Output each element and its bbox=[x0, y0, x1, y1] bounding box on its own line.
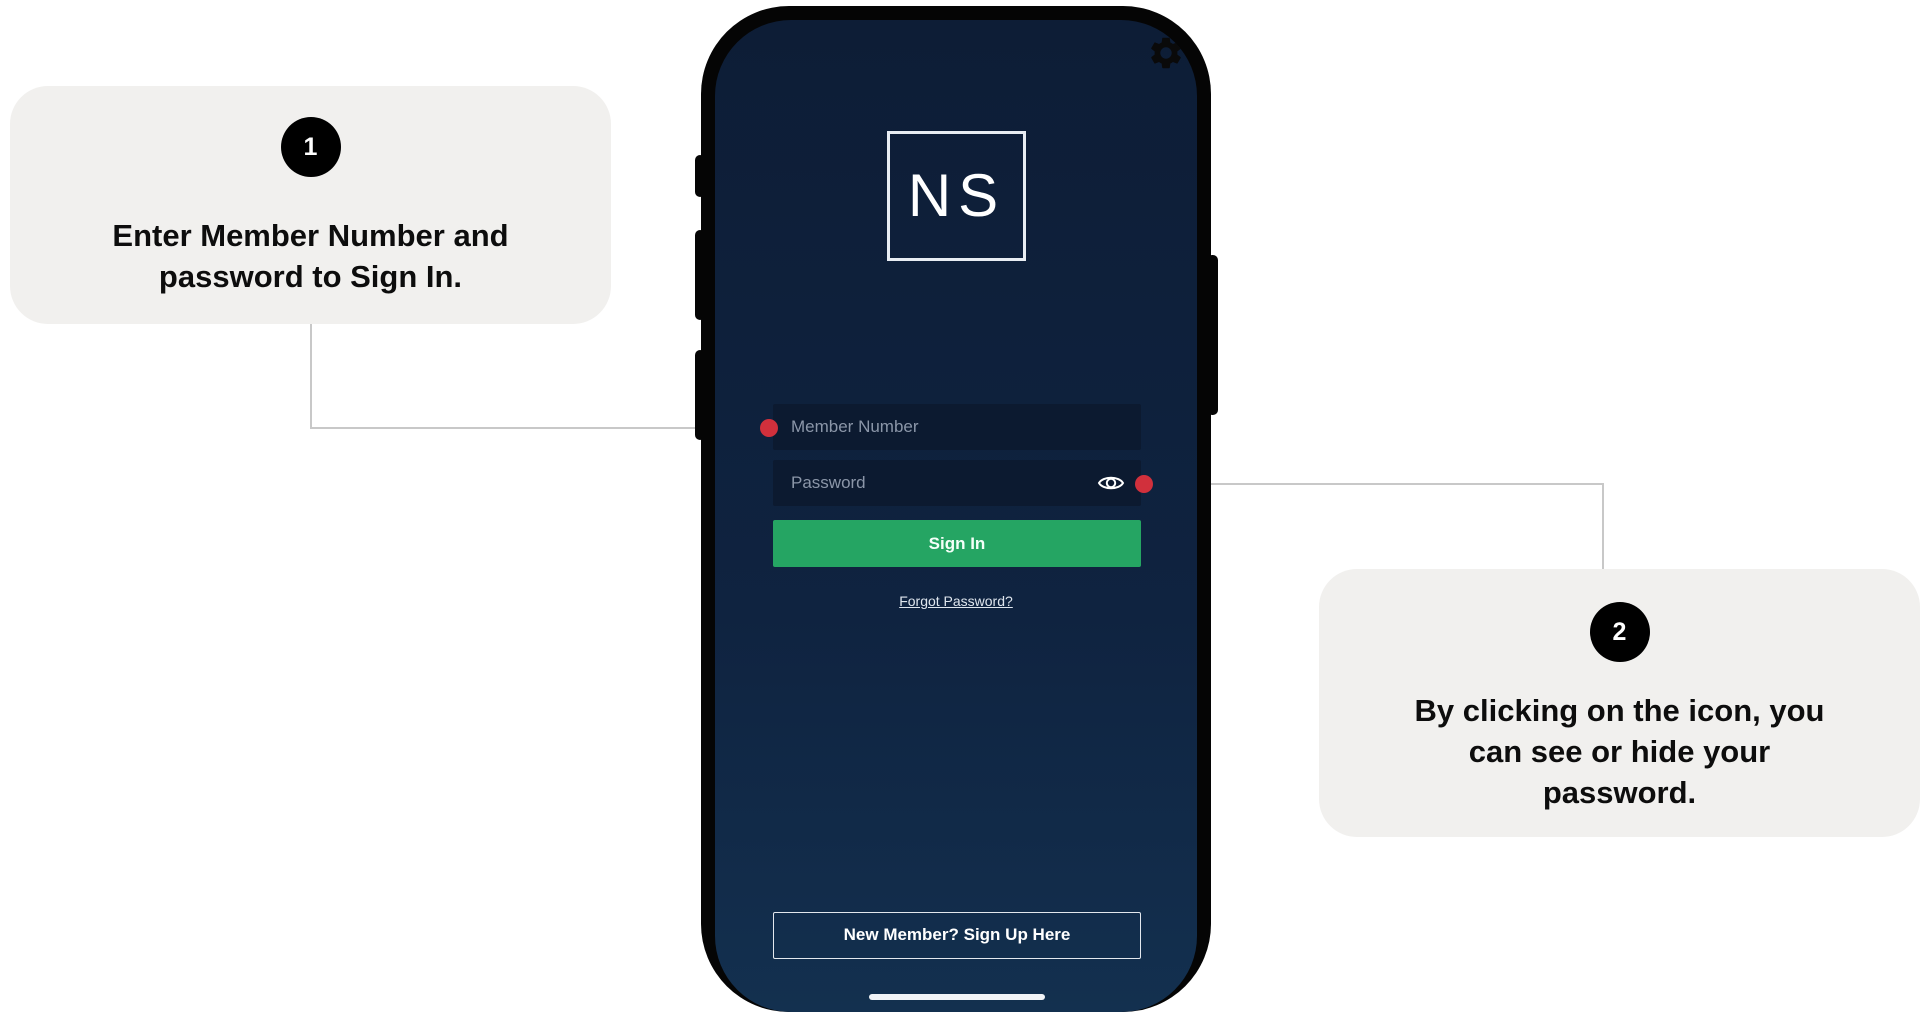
login-screen: NS Member Number Password Sign In Forgot… bbox=[715, 20, 1197, 1012]
eye-icon[interactable] bbox=[1097, 472, 1125, 494]
ns-logo: NS bbox=[887, 131, 1026, 261]
member-number-placeholder: Member Number bbox=[791, 417, 919, 436]
forgot-password-link[interactable]: Forgot Password? bbox=[715, 593, 1197, 609]
marker-dot-member-number bbox=[760, 419, 778, 437]
gear-icon[interactable] bbox=[1147, 34, 1185, 72]
marker-dot-eye-icon bbox=[1135, 475, 1153, 493]
password-input[interactable]: Password bbox=[773, 460, 1141, 506]
connector-line-2 bbox=[1144, 483, 1604, 569]
member-number-input[interactable]: Member Number bbox=[773, 404, 1141, 450]
sign-up-button[interactable]: New Member? Sign Up Here bbox=[773, 912, 1141, 959]
home-indicator[interactable] bbox=[869, 994, 1045, 1000]
password-placeholder: Password bbox=[791, 473, 866, 492]
phone-frame: NS Member Number Password Sign In Forgot… bbox=[701, 6, 1211, 1012]
sign-in-button[interactable]: Sign In bbox=[773, 520, 1141, 567]
